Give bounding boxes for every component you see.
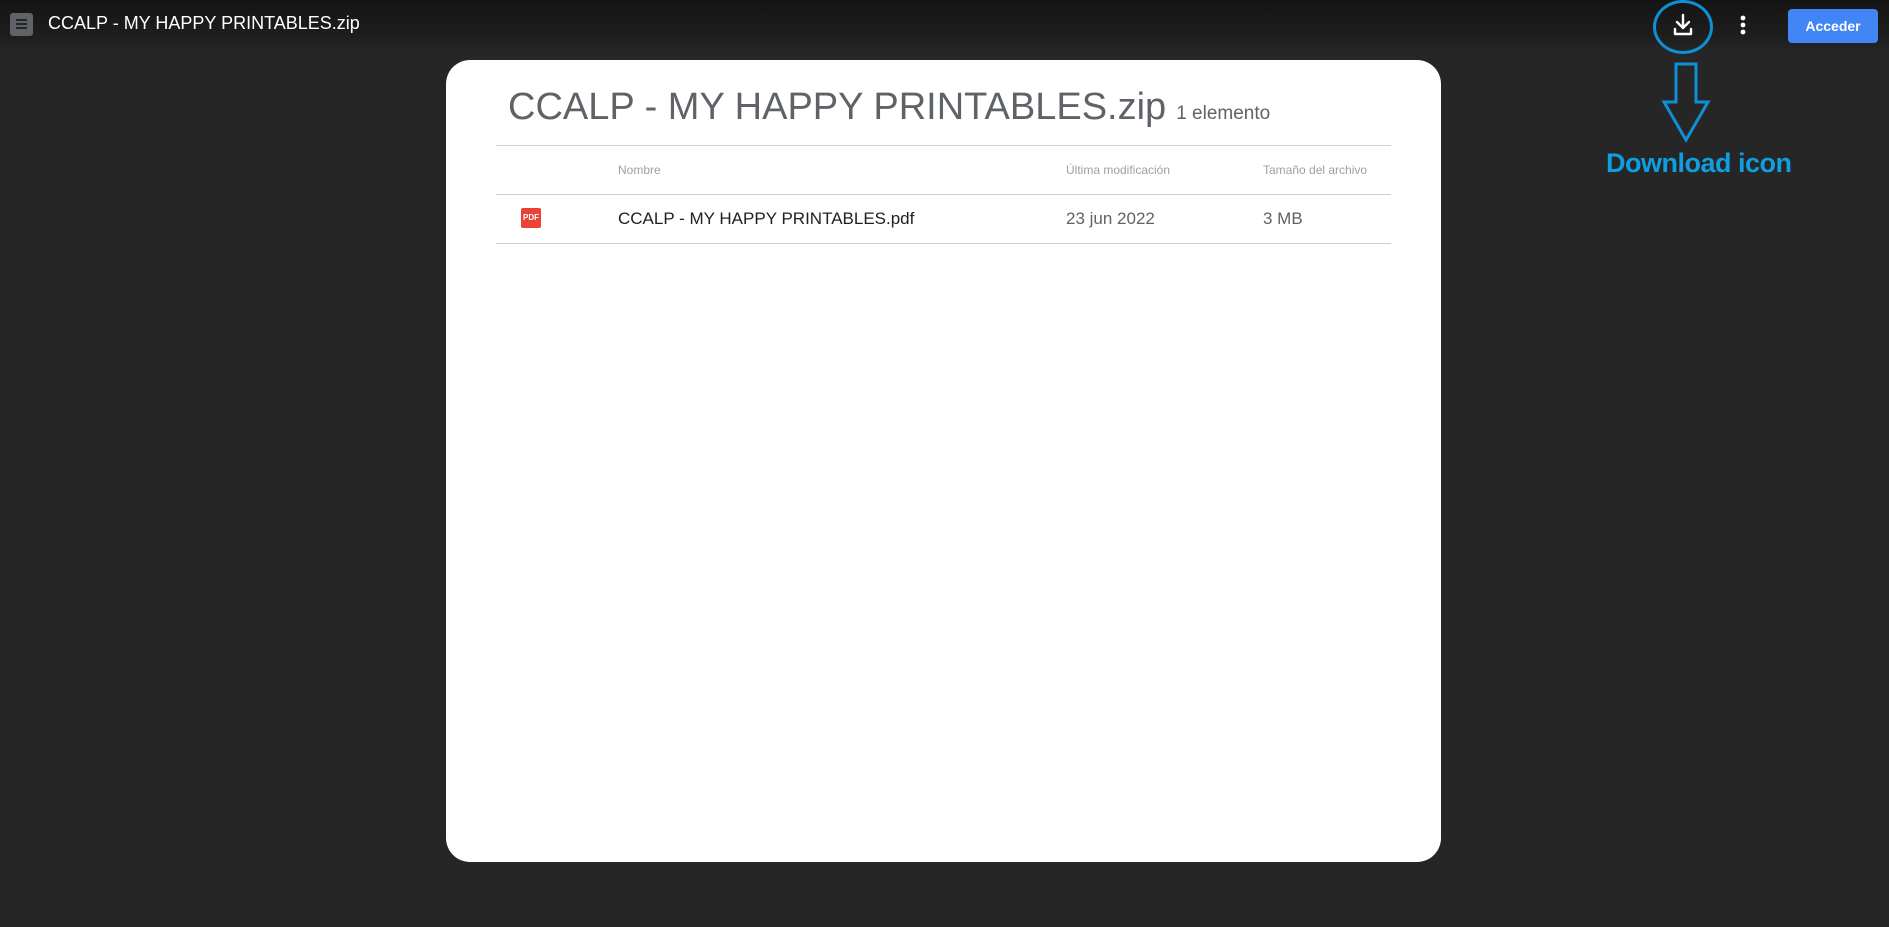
annotation-arrow-down-icon <box>1661 62 1711 143</box>
column-header-name[interactable]: Nombre <box>618 163 661 177</box>
more-vert-icon <box>1740 15 1746 35</box>
more-options-button[interactable] <box>1726 8 1760 42</box>
download-highlight-circle <box>1653 0 1713 54</box>
file-modified-date: 23 jun 2022 <box>1066 209 1155 228</box>
item-count: 1 elemento <box>1176 103 1271 124</box>
table-row[interactable]: PDF CCALP - MY HAPPY PRINTABLES.pdf 23 j… <box>496 194 1391 244</box>
file-size: 3 MB <box>1263 209 1303 228</box>
drive-file-icon <box>10 13 33 36</box>
top-bar: CCALP - MY HAPPY PRINTABLES.zip Acceder <box>0 0 1889 54</box>
zip-contents-card: CCALP - MY HAPPY PRINTABLES.zip 1 element… <box>446 60 1441 862</box>
column-header-modified[interactable]: Última modificación <box>1066 163 1170 177</box>
table-header-row: Nombre Última modificación Tamaño del ar… <box>496 145 1391 194</box>
pdf-icon: PDF <box>521 208 541 228</box>
signin-button[interactable]: Acceder <box>1788 9 1878 43</box>
archive-title: CCALP - MY HAPPY PRINTABLES.zip <box>508 86 1167 128</box>
file-table: Nombre Última modificación Tamaño del ar… <box>496 145 1391 244</box>
card-heading: CCALP - MY HAPPY PRINTABLES.zip 1 element… <box>508 86 1270 129</box>
annotation-label: Download icon <box>1606 148 1792 178</box>
column-header-size[interactable]: Tamaño del archivo <box>1263 163 1367 177</box>
file-name[interactable]: CCALP - MY HAPPY PRINTABLES.pdf <box>618 209 914 229</box>
window-title: CCALP - MY HAPPY PRINTABLES.zip <box>48 13 360 33</box>
